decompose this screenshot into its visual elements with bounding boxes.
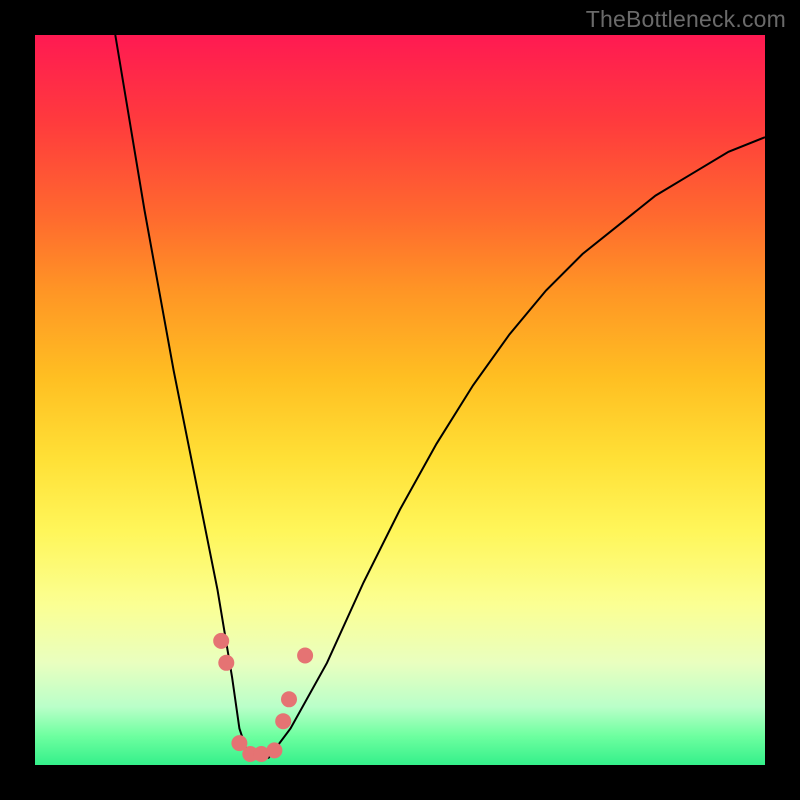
marker-dot xyxy=(275,713,291,729)
marker-dot xyxy=(218,655,234,671)
bottleneck-curve xyxy=(115,35,765,758)
marker-dot xyxy=(297,648,313,664)
marker-dot xyxy=(213,633,229,649)
chart-frame: TheBottleneck.com xyxy=(0,0,800,800)
marker-dot xyxy=(266,742,282,758)
marker-dot xyxy=(281,691,297,707)
watermark: TheBottleneck.com xyxy=(586,6,786,33)
plot-area xyxy=(35,35,765,765)
curve-svg xyxy=(35,35,765,765)
